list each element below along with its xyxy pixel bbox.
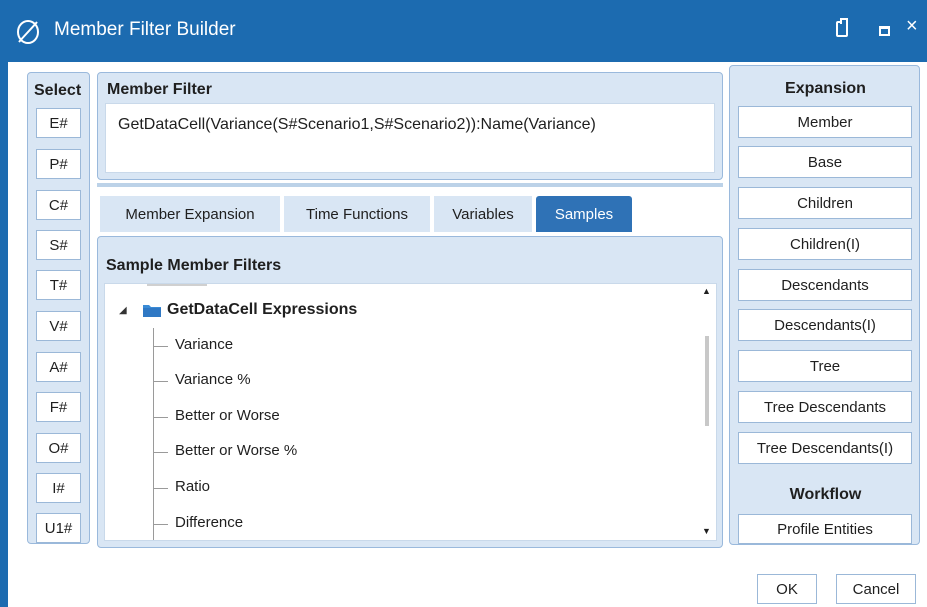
- tab-member-expansion[interactable]: Member Expansion: [100, 196, 280, 232]
- workflow-profile-entities-button[interactable]: Profile Entities: [738, 514, 912, 544]
- member-filter-title: Member Filter: [107, 81, 212, 98]
- member-filter-input[interactable]: GetDataCell(Variance(S#Scenario1,S#Scena…: [105, 103, 715, 173]
- workflow-title: Workflow: [789, 486, 862, 503]
- tree-connector: [154, 381, 168, 382]
- expansion-descendants-inclusive-button[interactable]: Descendants(I): [738, 309, 912, 341]
- sample-member-filters-title: Sample Member Filters: [106, 257, 282, 274]
- clipboard-icon[interactable]: [836, 18, 848, 37]
- expansion-title: Expansion: [785, 80, 866, 97]
- select-panel: Select E# P# C# S# T# V# A# F# O# I# U1#: [27, 72, 90, 544]
- select-o-button[interactable]: O#: [36, 433, 81, 463]
- expansion-children-button[interactable]: Children: [738, 187, 912, 219]
- maximize-icon[interactable]: [879, 26, 890, 36]
- tree-connector-line: [153, 328, 154, 540]
- folder-icon: [143, 305, 161, 317]
- expand-arrow-icon[interactable]: ◢: [119, 305, 133, 316]
- tree-connector: [154, 417, 168, 418]
- tree-connector: [154, 524, 168, 525]
- tree-group-getdatacell[interactable]: ◢ GetDataCell Expressions: [119, 300, 357, 320]
- clipped-tree-row: [147, 284, 207, 286]
- tab-samples[interactable]: Samples: [536, 196, 632, 232]
- expansion-base-button[interactable]: Base: [738, 146, 912, 178]
- select-title: Select: [34, 82, 82, 99]
- expansion-descendants-button[interactable]: Descendants: [738, 269, 912, 301]
- select-t-button[interactable]: T#: [36, 270, 81, 300]
- expansion-tree-descendants-button[interactable]: Tree Descendants: [738, 391, 912, 423]
- scrollbar-thumb[interactable]: [705, 336, 709, 426]
- tree-item-better-or-worse-pct[interactable]: Better or Worse %: [175, 442, 297, 459]
- select-c-button[interactable]: C#: [36, 190, 81, 220]
- tree-item-ratio[interactable]: Ratio: [175, 478, 210, 495]
- tree-item-variance-pct[interactable]: Variance %: [175, 371, 251, 388]
- onestream-logo-icon: [17, 20, 39, 44]
- ok-button[interactable]: OK: [757, 574, 817, 604]
- tree-connector: [154, 488, 168, 489]
- title-bar: Member Filter Builder ×: [0, 0, 927, 62]
- expansion-member-button[interactable]: Member: [738, 106, 912, 138]
- expansion-children-inclusive-button[interactable]: Children(I): [738, 228, 912, 260]
- select-v-button[interactable]: V#: [36, 311, 81, 341]
- select-s-button[interactable]: S#: [36, 230, 81, 260]
- select-a-button[interactable]: A#: [36, 352, 81, 382]
- expansion-tree-button[interactable]: Tree: [738, 350, 912, 382]
- expansion-panel: Expansion Member Base Children Children(…: [729, 65, 920, 545]
- sample-member-filters-panel: Sample Member Filters ◢ GetDataCell Expr…: [97, 236, 723, 548]
- expansion-tree-descendants-inclusive-button[interactable]: Tree Descendants(I): [738, 432, 912, 464]
- tree-item-better-or-worse[interactable]: Better or Worse: [175, 407, 280, 424]
- select-e-button[interactable]: E#: [36, 108, 81, 138]
- member-filter-panel: Member Filter GetDataCell(Variance(S#Sce…: [97, 72, 723, 180]
- panel-splitter[interactable]: [97, 183, 723, 187]
- select-i-button[interactable]: I#: [36, 473, 81, 503]
- tree-connector: [154, 346, 168, 347]
- close-icon[interactable]: ×: [906, 16, 918, 36]
- select-f-button[interactable]: F#: [36, 392, 81, 422]
- tab-variables[interactable]: Variables: [434, 196, 532, 232]
- member-filter-value: GetDataCell(Variance(S#Scenario1,S#Scena…: [118, 116, 596, 133]
- tree-item-variance[interactable]: Variance: [175, 336, 233, 353]
- tree-item-difference[interactable]: Difference: [175, 514, 243, 531]
- select-p-button[interactable]: P#: [36, 149, 81, 179]
- scroll-down-arrow-icon[interactable]: ▼: [702, 526, 711, 536]
- tree-group-label: GetDataCell Expressions: [167, 301, 358, 318]
- select-u1-button[interactable]: U1#: [36, 513, 81, 543]
- scroll-up-arrow-icon[interactable]: ▲: [702, 286, 711, 296]
- sample-tree[interactable]: ◢ GetDataCell Expressions Variance Varia…: [104, 283, 717, 541]
- cancel-button[interactable]: Cancel: [836, 574, 916, 604]
- tree-connector: [154, 452, 168, 453]
- window-title: Member Filter Builder: [54, 19, 236, 40]
- window-border: [0, 62, 8, 607]
- tab-time-functions[interactable]: Time Functions: [284, 196, 430, 232]
